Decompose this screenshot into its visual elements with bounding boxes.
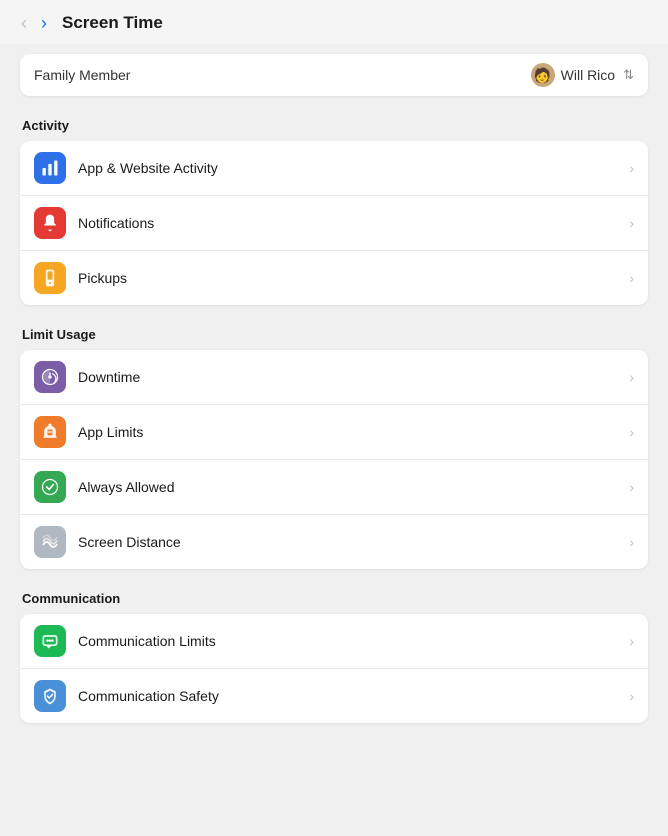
communication-limits-label: Communication Limits: [78, 633, 625, 649]
screen-distance-icon: [34, 526, 66, 558]
downtime-icon: [34, 361, 66, 393]
list-item-communication-limits[interactable]: Communication Limits ›: [20, 614, 648, 669]
app-limits-label: App Limits: [78, 424, 625, 440]
list-item-app-website-activity[interactable]: App & Website Activity ›: [20, 141, 648, 196]
list-item-notifications[interactable]: Notifications ›: [20, 196, 648, 251]
list-item-pickups[interactable]: Pickups ›: [20, 251, 648, 305]
stepper-icon: ⇅: [623, 67, 634, 83]
notifications-icon: [34, 207, 66, 239]
limit-usage-section-title: Limit Usage: [22, 327, 648, 342]
activity-section-title: Activity: [22, 118, 648, 133]
avatar: 🧑: [531, 63, 555, 87]
downtime-label: Downtime: [78, 369, 625, 385]
app-limits-icon: [34, 416, 66, 448]
pickups-icon: [34, 262, 66, 294]
always-allowed-label: Always Allowed: [78, 479, 625, 495]
limit-usage-list: Downtime › App Limits ›: [20, 350, 648, 569]
activity-section: Activity App & Website Activity ›: [20, 118, 648, 305]
screen-distance-label: Screen Distance: [78, 534, 625, 550]
chevron-icon: ›: [629, 215, 634, 231]
page-title: Screen Time: [62, 13, 163, 33]
chevron-icon: ›: [629, 479, 634, 495]
chevron-icon: ›: [629, 534, 634, 550]
list-item-app-limits[interactable]: App Limits ›: [20, 405, 648, 460]
limit-usage-section: Limit Usage Downtime ›: [20, 327, 648, 569]
activity-list: App & Website Activity › Notifications ›: [20, 141, 648, 305]
title-bar: ‹ › Screen Time: [0, 0, 668, 44]
list-item-always-allowed[interactable]: Always Allowed ›: [20, 460, 648, 515]
back-button[interactable]: ‹: [16, 12, 32, 34]
communication-safety-icon: [34, 680, 66, 712]
communication-limits-icon: [34, 625, 66, 657]
always-allowed-icon: [34, 471, 66, 503]
communication-safety-label: Communication Safety: [78, 688, 625, 704]
chevron-icon: ›: [629, 369, 634, 385]
family-member-label: Family Member: [34, 67, 130, 83]
chevron-icon: ›: [629, 688, 634, 704]
list-item-communication-safety[interactable]: Communication Safety ›: [20, 669, 648, 723]
family-member-selector[interactable]: Family Member 🧑 Will Rico ⇅: [20, 54, 648, 96]
communication-list: Communication Limits › Communication Saf…: [20, 614, 648, 723]
notifications-label: Notifications: [78, 215, 625, 231]
main-content: Family Member 🧑 Will Rico ⇅ Activity App…: [0, 44, 668, 836]
chevron-icon: ›: [629, 633, 634, 649]
communication-section-title: Communication: [22, 591, 648, 606]
user-selector[interactable]: 🧑 Will Rico ⇅: [531, 63, 634, 87]
chevron-icon: ›: [629, 424, 634, 440]
list-item-screen-distance[interactable]: Screen Distance ›: [20, 515, 648, 569]
communication-section: Communication Communication Limits ›: [20, 591, 648, 723]
chevron-icon: ›: [629, 160, 634, 176]
forward-button[interactable]: ›: [36, 12, 52, 34]
chevron-icon: ›: [629, 270, 634, 286]
list-item-downtime[interactable]: Downtime ›: [20, 350, 648, 405]
user-name: Will Rico: [561, 67, 615, 83]
pickups-label: Pickups: [78, 270, 625, 286]
app-website-activity-icon: [34, 152, 66, 184]
app-website-activity-label: App & Website Activity: [78, 160, 625, 176]
